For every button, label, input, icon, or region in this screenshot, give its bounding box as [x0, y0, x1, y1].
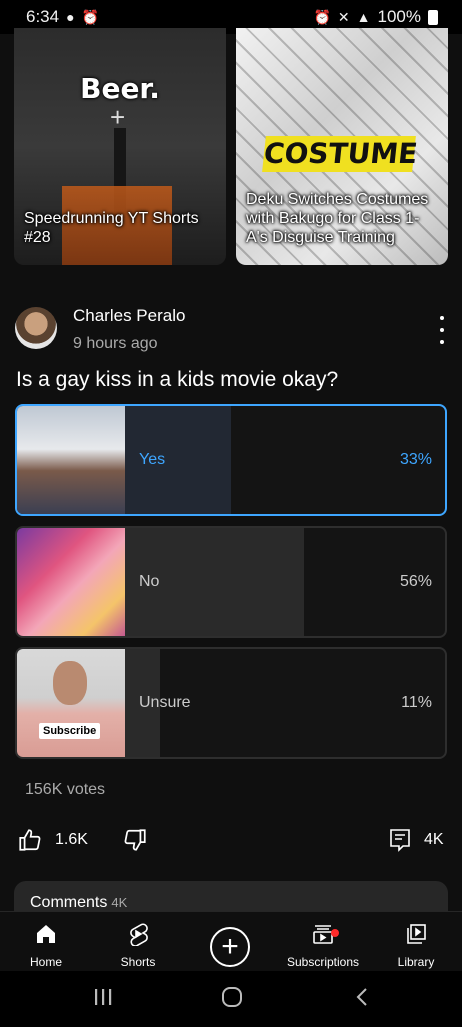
poll-option-no[interactable]: No 56%: [15, 526, 447, 638]
short-title: Deku Switches Costumes with Bakugo for C…: [246, 191, 429, 246]
battery-percent: 100%: [377, 7, 421, 26]
short-title: Speedrunning YT Shorts #28: [24, 210, 199, 246]
comment-icon: [388, 827, 412, 853]
thumbs-down-icon: [122, 827, 148, 853]
poll-option-percent: 56%: [399, 573, 432, 590]
poll-option-label: Unsure: [139, 694, 191, 711]
post-time: 9 hours ago: [73, 335, 158, 352]
poll-option-label: Yes: [139, 451, 166, 468]
crosshair-icon: +: [110, 102, 126, 132]
alarm-status-icon: ⏰: [313, 8, 331, 25]
home-icon: [34, 922, 58, 949]
nav-home[interactable]: Home: [24, 912, 68, 972]
shorts-icon: [126, 922, 150, 949]
avatar[interactable]: [15, 307, 57, 349]
thumbs-up-icon: [17, 827, 43, 853]
poll-option-image: [17, 406, 125, 514]
bottom-navigation: Home Shorts + Subscriptions Library: [0, 911, 462, 971]
comments-count: 4K: [111, 895, 128, 910]
mute-icon: ✕: [337, 8, 350, 25]
short-overlay-text: COSTUME: [262, 136, 420, 172]
notification-icon: ●: [66, 9, 75, 25]
shorts-row: Beer. + Speedrunning YT Shorts #28 COSTU…: [14, 28, 448, 265]
comments-label: Comments: [30, 894, 108, 911]
subscribe-badge: Subscribe: [39, 723, 101, 739]
nav-library[interactable]: Library: [394, 912, 438, 972]
comment-button[interactable]: 4K: [388, 827, 444, 853]
back-icon[interactable]: [352, 985, 372, 1014]
signal-icon: ▲: [356, 9, 371, 25]
recent-apps-icon[interactable]: [93, 985, 113, 1014]
poll-option-percent: 11%: [401, 694, 432, 711]
battery-icon: [428, 9, 438, 25]
poll-option-percent: 33%: [399, 451, 432, 468]
poll-option-image: Subscribe: [17, 649, 125, 757]
nav-label: Home: [29, 955, 62, 969]
nav-subscriptions[interactable]: Subscriptions: [280, 912, 366, 972]
nav-label: Library: [397, 955, 435, 969]
like-count: 1.6K: [55, 831, 88, 848]
dislike-button[interactable]: [122, 827, 148, 853]
home-system-icon[interactable]: [220, 985, 244, 1014]
nav-shorts[interactable]: Shorts: [116, 912, 160, 972]
system-navigation: [0, 971, 462, 1027]
post-author[interactable]: Charles Peralo: [73, 306, 185, 326]
like-button[interactable]: 1.6K: [17, 827, 88, 853]
notification-dot: [331, 929, 339, 937]
subscriptions-icon: [311, 922, 339, 949]
nav-label: Subscriptions: [286, 955, 360, 969]
vote-count: 156K votes: [25, 781, 106, 798]
alarm-icon: ⏰: [81, 8, 99, 25]
short-card[interactable]: Beer. + Speedrunning YT Shorts #28: [14, 28, 226, 265]
status-time: 6:34: [26, 7, 60, 26]
short-overlay-text: Beer.: [80, 72, 160, 105]
poll-option-label: No: [139, 573, 160, 590]
poll-question: Is a gay kiss in a kids movie okay?: [16, 368, 339, 391]
create-button[interactable]: +: [210, 927, 250, 967]
library-icon: [404, 922, 428, 949]
poll-option-image: [17, 528, 125, 636]
short-card[interactable]: COSTUME Deku Switches Costumes with Baku…: [236, 28, 448, 265]
nav-label: Shorts: [120, 955, 156, 969]
comment-count: 4K: [424, 831, 444, 848]
plus-icon: +: [221, 930, 239, 963]
poll-option-unsure[interactable]: Subscribe Unsure 11%: [15, 647, 447, 759]
more-options-icon[interactable]: [434, 316, 450, 344]
poll-option-image-face: [53, 661, 87, 705]
poll-option-yes[interactable]: Yes 33%: [15, 404, 447, 516]
